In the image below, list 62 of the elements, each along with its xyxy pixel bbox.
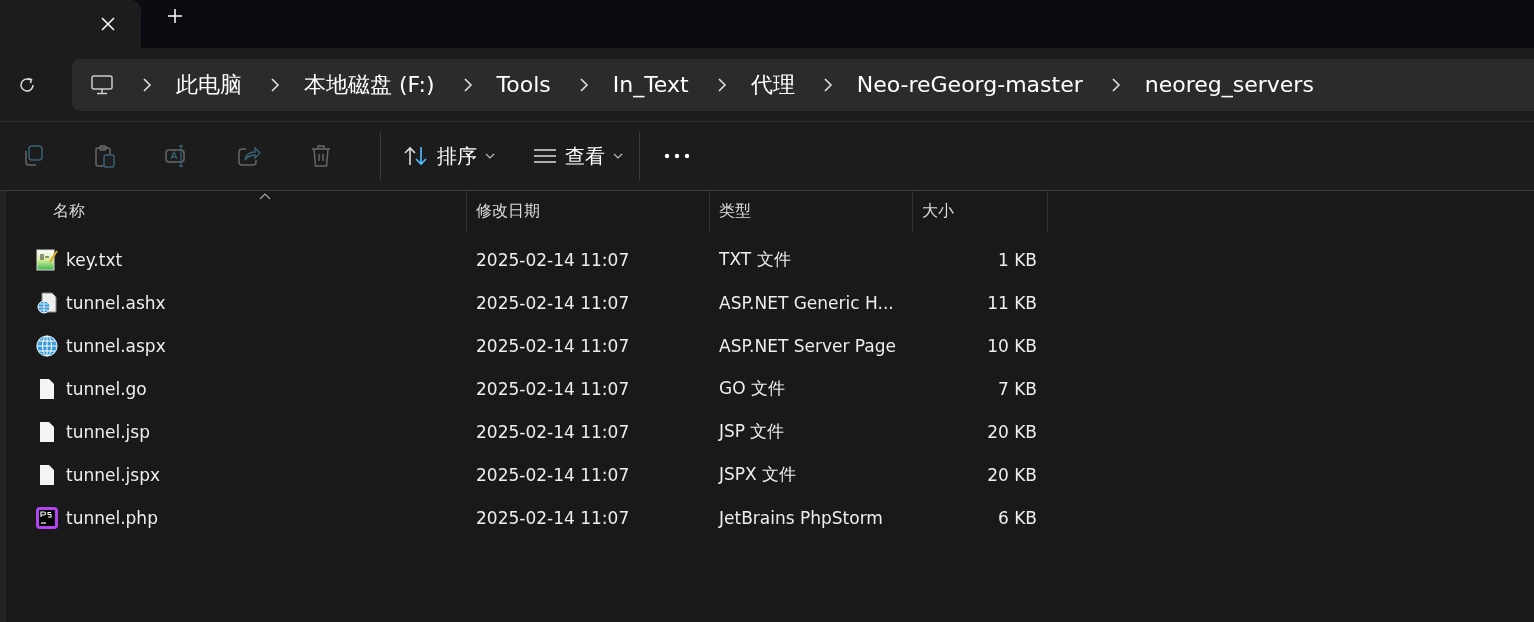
date-cell-text: 2025-02-14 11:07 <box>475 249 631 270</box>
file-name[interactable]: tunnel.go <box>66 378 147 399</box>
type-cell-text: JSPX 文件 <box>717 463 798 486</box>
view-button[interactable]: 查看 <box>523 136 633 176</box>
chevron-icon[interactable] <box>142 76 152 93</box>
breadcrumb-item[interactable]: neoreg_servers <box>1144 72 1314 97</box>
globe-icon <box>36 334 58 357</box>
type-cell-text: TXT 文件 <box>718 248 792 271</box>
column-header[interactable]: 名称 <box>6 191 467 231</box>
type-cell-text: ASP.NET Generic H... <box>718 292 895 313</box>
breadcrumb-item[interactable]: 代理 <box>750 69 795 100</box>
chevron-icon[interactable] <box>578 76 589 93</box>
file-name[interactable]: tunnel.aspx <box>66 335 166 356</box>
size-cell-text: 11 KB <box>986 292 1038 313</box>
breadcrumb-item[interactable]: In_Text <box>612 72 689 97</box>
chevron-icon[interactable] <box>462 76 473 93</box>
size-cell-text: 7 KB <box>996 378 1038 399</box>
breadcrumb-item[interactable]: Neo-reGeorg-master <box>856 72 1083 97</box>
column-header[interactable]: 大小 <box>913 191 1048 231</box>
sort-arrows-icon <box>403 145 429 167</box>
new-tab-icon[interactable] <box>167 8 183 24</box>
file-name[interactable]: key.txt <box>66 249 123 270</box>
file-name[interactable]: tunnel.jspx <box>66 464 160 485</box>
date-cell-text: 2025-02-14 11:07 <box>475 292 631 313</box>
monitor-icon[interactable] <box>90 73 114 96</box>
list-lines-icon <box>533 148 557 164</box>
sort-up-icon <box>259 193 271 200</box>
date-cell-text: 2025-02-14 11:07 <box>475 507 631 528</box>
web-file-icon <box>36 291 58 314</box>
file-name[interactable]: tunnel.php <box>66 507 158 528</box>
breadcrumb-item[interactable]: Tools <box>496 72 551 97</box>
size-cell-text: 20 KB <box>986 464 1038 485</box>
date-cell-text: 2025-02-14 11:07 <box>475 421 631 442</box>
notepad-file-icon <box>36 248 58 271</box>
breadcrumb-item[interactable]: 此电脑 <box>176 69 242 100</box>
address-bar[interactable]: 此电脑 本地磁盘 (F:) Tools In_Text 代理 Neo-reGeorg-master neoreg_servers <box>72 58 1534 111</box>
file-name[interactable]: tunnel.jsp <box>66 421 150 442</box>
file-name[interactable]: tunnel.ashx <box>66 292 166 313</box>
size-cell-text: 1 KB <box>996 249 1038 270</box>
close-icon[interactable] <box>101 17 115 31</box>
date-cell-text: 2025-02-14 11:07 <box>475 378 631 399</box>
type-cell-text: JetBrains PhpStorm <box>717 507 884 528</box>
type-cell-text: ASP.NET Server Page <box>718 335 897 356</box>
type-cell-text: JSP 文件 <box>717 420 786 443</box>
chevron-icon[interactable] <box>822 76 833 93</box>
size-cell-text: 6 KB <box>996 507 1038 528</box>
column-header[interactable]: 修改日期 <box>467 191 710 231</box>
more-icon[interactable] <box>664 153 690 159</box>
size-cell-text: 20 KB <box>986 421 1038 442</box>
breadcrumb-item[interactable]: 本地磁盘 (F:) <box>304 69 435 100</box>
column-header[interactable]: 类型 <box>710 191 913 231</box>
sort-button[interactable]: 排序 <box>393 136 505 176</box>
date-cell-text: 2025-02-14 11:07 <box>475 464 631 485</box>
type-cell-text: GO 文件 <box>718 377 786 400</box>
phpstorm-logo-icon <box>36 506 58 529</box>
date-cell-text: 2025-02-14 11:07 <box>475 335 631 356</box>
caret-icon <box>613 153 623 159</box>
size-cell-text: 10 KB <box>986 335 1038 356</box>
chevron-icon[interactable] <box>1110 76 1121 93</box>
chevron-icon[interactable] <box>270 76 280 93</box>
chevron-icon[interactable] <box>716 76 727 93</box>
caret-icon <box>485 153 495 159</box>
